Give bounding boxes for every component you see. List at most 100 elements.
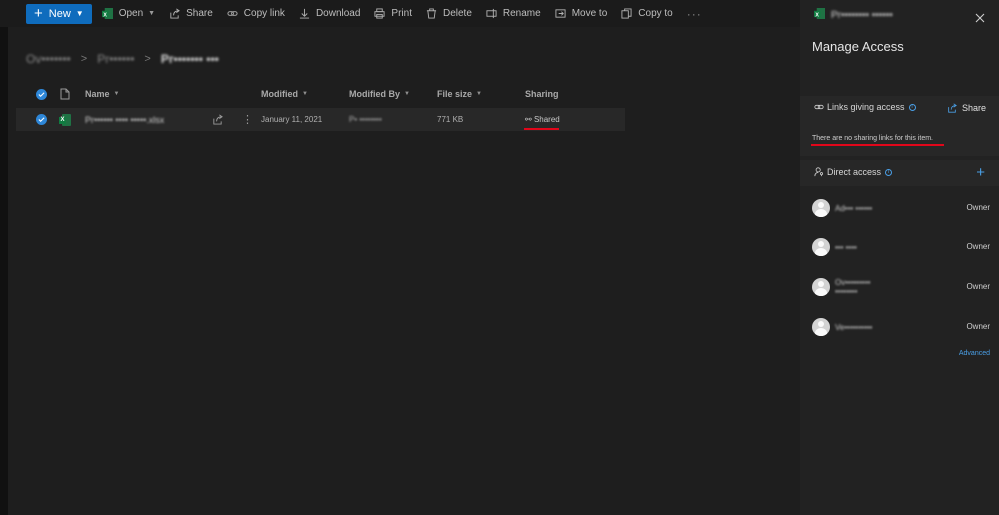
person-name: Ad••• •••••• — [835, 203, 873, 213]
share-button[interactable]: Share — [169, 8, 213, 19]
new-button[interactable]: + New ▼ — [26, 3, 92, 24]
link-icon — [227, 8, 238, 19]
panel-share-label: Share — [961, 103, 986, 113]
add-person-icon[interactable]: + — [976, 165, 985, 180]
row-more-icon[interactable]: ⋮ — [242, 108, 253, 131]
avatar — [812, 278, 830, 296]
person-name-line1: Ov••••••••• — [835, 278, 871, 287]
person-name-line2: •••••••• — [835, 287, 858, 296]
rename-button[interactable]: Rename — [486, 8, 541, 19]
copy-icon — [621, 8, 632, 19]
table-header: Name ▼ Modified ▼ Modified By ▼ File size ▼ … — [32, 87, 617, 101]
plus-icon: + — [34, 5, 43, 22]
person-role-dropdown[interactable]: Owner — [966, 282, 990, 291]
checkmark-icon — [36, 114, 47, 125]
file-name-link[interactable]: Pr•••••• •••• •••••.xlsx — [85, 108, 164, 131]
info-icon[interactable]: i — [908, 103, 916, 111]
direct-access-label: Direct access i — [814, 167, 893, 177]
shared-people-icon: ⚯ — [525, 115, 532, 124]
row-share-icon[interactable] — [212, 108, 223, 131]
person-role-dropdown[interactable]: Owner — [966, 242, 990, 251]
close-icon[interactable] — [975, 13, 985, 23]
person-key-icon — [814, 167, 823, 177]
manage-access-panel: X Pr•••••••• •••••• Manage Access Links … — [800, 0, 999, 515]
chevron-right-icon: > — [144, 53, 151, 65]
link-icon — [814, 102, 827, 112]
person-role-dropdown[interactable]: Owner — [966, 322, 990, 331]
panel-file-header: X Pr•••••••• •••••• — [814, 8, 893, 22]
panel-title: Manage Access — [812, 39, 904, 54]
share-icon — [948, 103, 957, 113]
download-icon — [299, 8, 310, 19]
share-icon — [169, 8, 181, 19]
column-header-sharing[interactable]: Sharing — [525, 87, 559, 101]
column-header-name-label: Name — [85, 89, 110, 99]
breadcrumb-item[interactable]: Pr•••••• — [97, 52, 134, 66]
person-name: Ov••••••••• •••••••• — [835, 278, 870, 296]
table-row[interactable]: X Pr•••••• •••• •••••.xlsx ⋮ January 11,… — [16, 108, 625, 131]
breadcrumb-item[interactable]: Ov••••••• — [26, 52, 71, 66]
open-label: Open — [118, 8, 144, 19]
print-icon — [374, 8, 385, 19]
direct-access-person[interactable]: Ov••••••••• •••••••• Owner — [812, 277, 992, 297]
info-icon[interactable]: i — [885, 168, 893, 176]
breadcrumb: Ov••••••• > Pr•••••• > Pr••••••• ••• — [26, 52, 219, 66]
copy-to-label: Copy to — [638, 8, 673, 19]
advanced-link[interactable]: Advanced — [959, 350, 990, 357]
direct-access-section: Direct access i + — [800, 160, 999, 186]
avatar — [812, 318, 830, 336]
panel-file-name: Pr•••••••• •••••• — [831, 9, 893, 21]
chevron-right-icon: > — [80, 53, 88, 65]
copy-link-button[interactable]: Copy link — [227, 8, 285, 19]
file-list-area: Ov••••••• > Pr•••••• > Pr••••••• ••• Nam… — [8, 27, 800, 515]
column-header-modified-by[interactable]: Modified By ▼ — [349, 87, 410, 101]
row-modified-by: P• •••••••• — [349, 115, 382, 124]
trash-icon — [426, 8, 437, 19]
annotation-underline — [811, 144, 944, 146]
copy-to-button[interactable]: Copy to — [621, 8, 673, 19]
row-checkbox[interactable] — [36, 108, 47, 131]
direct-access-person[interactable]: Ve•••••••••• Owner — [812, 317, 992, 337]
rename-label: Rename — [502, 8, 541, 19]
chevron-down-icon: ▼ — [476, 91, 482, 97]
open-button[interactable]: X Open ▼ — [101, 8, 155, 19]
avatar — [812, 238, 830, 256]
breadcrumb-current: Pr••••••• ••• — [160, 52, 219, 66]
move-to-button[interactable]: Move to — [555, 8, 607, 19]
copy-link-label: Copy link — [243, 8, 285, 19]
shared-link[interactable]: ⚯ Shared — [524, 115, 560, 130]
person-role-dropdown[interactable]: Owner — [966, 203, 990, 212]
more-options-icon[interactable]: ··· — [687, 7, 702, 21]
chevron-down-icon: ▼ — [113, 91, 120, 97]
delete-button[interactable]: Delete — [426, 8, 472, 19]
column-header-file-size-label: File size — [437, 89, 473, 99]
shared-label: Shared — [533, 115, 560, 124]
column-header-sharing-label: Sharing — [525, 89, 559, 99]
row-sharing-status[interactable]: ⚯ Shared — [524, 108, 560, 131]
row-modified: January 11, 2021 — [261, 115, 323, 124]
select-all-checkbox[interactable] — [36, 87, 47, 101]
excel-icon: X — [101, 8, 113, 19]
chevron-down-icon: ▼ — [302, 91, 308, 97]
links-giving-access-section: Links giving access i Share There are no… — [800, 96, 999, 156]
download-button[interactable]: Download — [299, 8, 360, 19]
panel-share-button[interactable]: Share — [947, 103, 986, 113]
links-giving-access-label: Links giving access i — [814, 102, 916, 112]
column-header-modified[interactable]: Modified ▼ — [261, 87, 308, 101]
download-label: Download — [315, 8, 361, 19]
move-icon — [555, 8, 566, 19]
delete-label: Delete — [442, 8, 472, 19]
new-button-label: New — [48, 7, 71, 20]
direct-access-person[interactable]: Ad••• •••••• Owner — [812, 198, 992, 218]
direct-access-text: Direct access — [827, 167, 882, 177]
direct-access-person[interactable]: ••• •••• Owner — [812, 237, 992, 257]
person-name: Ve•••••••••• — [835, 322, 873, 332]
links-label-text: Links giving access — [827, 102, 905, 112]
excel-icon: X — [814, 8, 825, 22]
no-links-message: There are no sharing links for this item… — [812, 135, 933, 142]
column-header-name[interactable]: Name ▼ — [85, 87, 119, 101]
column-header-modified-label: Modified — [261, 89, 298, 99]
rename-icon — [486, 8, 497, 19]
column-header-file-size[interactable]: File size ▼ — [437, 87, 482, 101]
print-button[interactable]: Print — [374, 8, 412, 19]
